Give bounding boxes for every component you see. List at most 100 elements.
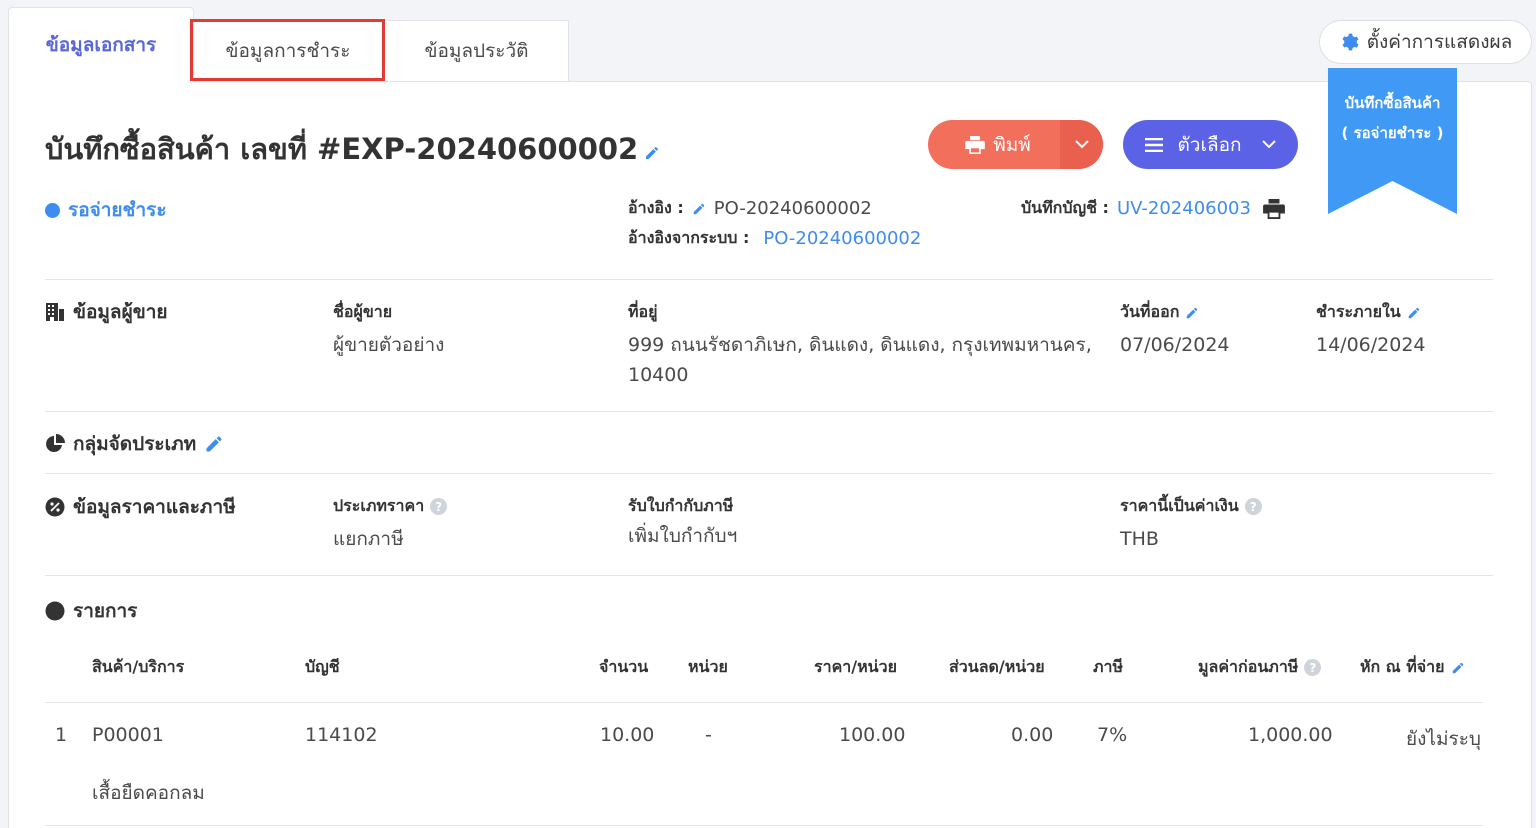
column-header-quantity: จำนวน bbox=[599, 655, 648, 680]
discount-cell: 0.00 bbox=[1011, 724, 1054, 746]
chevron-down-icon bbox=[1074, 140, 1089, 149]
tab-document-info[interactable]: ข้อมูลเอกสาร bbox=[8, 7, 194, 82]
product-code-link[interactable]: P00001 bbox=[92, 724, 164, 746]
help-icon[interactable]: ? bbox=[1244, 498, 1262, 515]
account-cell: 114102 bbox=[305, 724, 378, 746]
header-text: สินค้า/บริการ bbox=[92, 657, 185, 676]
display-settings-button[interactable]: ตั้งค่าการแสดงผล bbox=[1319, 20, 1532, 64]
category-section-title: กลุ่มจัดประเภท bbox=[45, 429, 224, 459]
label-text: ประเภทราคา bbox=[333, 496, 425, 515]
account-record-label: บันทึกบัญชี : bbox=[1021, 198, 1109, 217]
label-text: วันที่ออก bbox=[1120, 302, 1180, 321]
unit-price-cell: 100.00 bbox=[839, 724, 906, 746]
price-type-label: ประเภทราคา ? bbox=[333, 494, 448, 519]
divider bbox=[45, 279, 1493, 280]
header-text: หน่วย bbox=[688, 657, 728, 676]
options-label: ตัวเลือก bbox=[1177, 133, 1242, 156]
account-record-row: บันทึกบัญชี : UV-202406003 bbox=[1021, 196, 1285, 221]
column-header-product: สินค้า/บริการ bbox=[92, 655, 184, 680]
circle-icon bbox=[45, 601, 65, 621]
pricing-section-title: ข้อมูลราคาและภาษี bbox=[45, 492, 236, 522]
section-label: รายการ bbox=[73, 600, 138, 622]
label-text: ที่อยู่ bbox=[628, 302, 658, 321]
chevron-down-icon bbox=[1261, 140, 1276, 149]
reference-row: อ้างอิง : PO-20240600002 bbox=[628, 196, 872, 221]
settings-label: ตั้งค่าการแสดงผล bbox=[1366, 31, 1513, 53]
price-type-value: แยกภาษี bbox=[333, 528, 404, 550]
due-date-value: 14/06/2024 bbox=[1316, 334, 1426, 356]
ribbon-text: บันทึกซื้อสินค้า ( รอจ่ายชำระ ) bbox=[1328, 88, 1457, 148]
pencil-icon[interactable] bbox=[1451, 661, 1465, 675]
header-text: มูลค่าก่อนภาษี bbox=[1198, 657, 1299, 676]
pencil-icon[interactable] bbox=[1407, 306, 1421, 320]
tab-payment-info[interactable]: ข้อมูลการชำระ bbox=[192, 20, 384, 82]
section-label: ข้อมูลราคาและภาษี bbox=[73, 496, 236, 518]
discount-badge-icon bbox=[45, 497, 65, 517]
address-line: 10400 bbox=[628, 364, 689, 386]
address-label: ที่อยู่ bbox=[628, 300, 658, 325]
help-icon[interactable]: ? bbox=[1304, 659, 1322, 676]
printer-icon[interactable] bbox=[1263, 198, 1285, 219]
label-text: ชำระภายใน bbox=[1316, 302, 1401, 321]
issue-date-label: วันที่ออก bbox=[1120, 300, 1199, 325]
column-header-discount: ส่วนลด/หน่วย bbox=[949, 655, 1045, 680]
address-value: 999 ถนนรัชดาภิเษก, ดินแดง, ดินแดง, กรุงเ… bbox=[628, 330, 1092, 390]
label-text: ชื่อผู้ขาย bbox=[333, 302, 393, 321]
quantity-cell: 10.00 bbox=[600, 724, 655, 746]
issue-date-value: 07/06/2024 bbox=[1120, 334, 1230, 356]
tab-label: ข้อมูลประวัติ bbox=[424, 40, 529, 62]
building-icon bbox=[46, 303, 64, 321]
page-title: บันทึกซื้อสินค้า เลขที่ #EXP-20240600002 bbox=[45, 126, 660, 172]
product-description: เสื้อยืดคอกลม bbox=[92, 782, 205, 804]
section-label: ข้อมูลผู้ขาย bbox=[73, 301, 168, 323]
column-header-tax: ภาษี bbox=[1093, 655, 1123, 680]
tax-invoice-label: รับใบกำกับภาษี bbox=[628, 494, 733, 519]
header-text: ราคา/หน่วย bbox=[814, 657, 897, 676]
vendor-name-label: ชื่อผู้ขาย bbox=[333, 300, 392, 325]
reference-label: อ้างอิง : bbox=[628, 198, 684, 217]
label-text: รับใบกำกับภาษี bbox=[628, 496, 734, 515]
due-date-label: ชำระภายใน bbox=[1316, 300, 1421, 325]
header-text: บัญชี bbox=[305, 657, 340, 676]
column-header-unit: หน่วย bbox=[688, 655, 728, 680]
tax-cell: 7% bbox=[1097, 724, 1128, 746]
tab-history[interactable]: ข้อมูลประวัติ bbox=[384, 20, 569, 82]
document-card bbox=[8, 81, 1532, 828]
print-main[interactable]: พิมพ์ bbox=[928, 130, 1060, 160]
vendor-name-link[interactable]: ผู้ขายตัวอย่าง bbox=[333, 330, 444, 360]
pencil-icon[interactable] bbox=[1185, 306, 1199, 320]
header-text: จำนวน bbox=[599, 657, 649, 676]
currency-label: ราคานี้เป็นค่าเงิน ? bbox=[1120, 494, 1262, 519]
pie-chart-icon bbox=[46, 434, 65, 452]
section-label: กลุ่มจัดประเภท bbox=[73, 433, 197, 455]
status-text: รอจ่ายชำระ bbox=[68, 199, 167, 221]
column-header-withholding: หัก ณ ที่จ่าย bbox=[1360, 655, 1465, 680]
header-text: ส่วนลด/หน่วย bbox=[949, 657, 1045, 676]
document-title-text: บันทึกซื้อสินค้า เลขที่ #EXP-20240600002 bbox=[45, 132, 639, 166]
pencil-icon[interactable] bbox=[644, 145, 660, 161]
account-record-link[interactable]: UV-202406003 bbox=[1117, 198, 1251, 219]
tab-label: ข้อมูลเอกสาร bbox=[45, 34, 157, 56]
pencil-icon[interactable] bbox=[692, 202, 706, 216]
system-reference-label: อ้างอิงจากระบบ : bbox=[628, 228, 750, 247]
pre-tax-cell: 1,000.00 bbox=[1248, 724, 1333, 746]
system-reference-row: อ้างอิงจากระบบ : PO-20240600002 bbox=[628, 226, 921, 251]
divider bbox=[45, 575, 1493, 576]
withholding-cell: ยังไม่ระบุ bbox=[1406, 728, 1481, 750]
gear-icon bbox=[1342, 33, 1359, 51]
print-button[interactable]: พิมพ์ bbox=[928, 120, 1103, 169]
header-text: ภาษี bbox=[1093, 657, 1124, 676]
divider bbox=[45, 473, 1493, 474]
pencil-icon[interactable] bbox=[204, 434, 224, 454]
row-number: 1 bbox=[55, 724, 68, 746]
column-header-unit-price: ราคา/หน่วย bbox=[814, 655, 897, 680]
column-header-account: บัญชี bbox=[305, 655, 340, 680]
system-reference-link[interactable]: PO-20240600002 bbox=[763, 228, 921, 249]
add-tax-invoice-link[interactable]: เพิ่มใบกำกับฯ bbox=[628, 521, 737, 551]
options-button[interactable]: ตัวเลือก bbox=[1123, 120, 1298, 169]
items-section-title: รายการ bbox=[45, 596, 137, 626]
print-label: พิมพ์ bbox=[993, 133, 1031, 156]
help-icon[interactable]: ? bbox=[430, 498, 448, 515]
table-header-divider bbox=[45, 702, 1483, 703]
divider bbox=[45, 411, 1493, 412]
